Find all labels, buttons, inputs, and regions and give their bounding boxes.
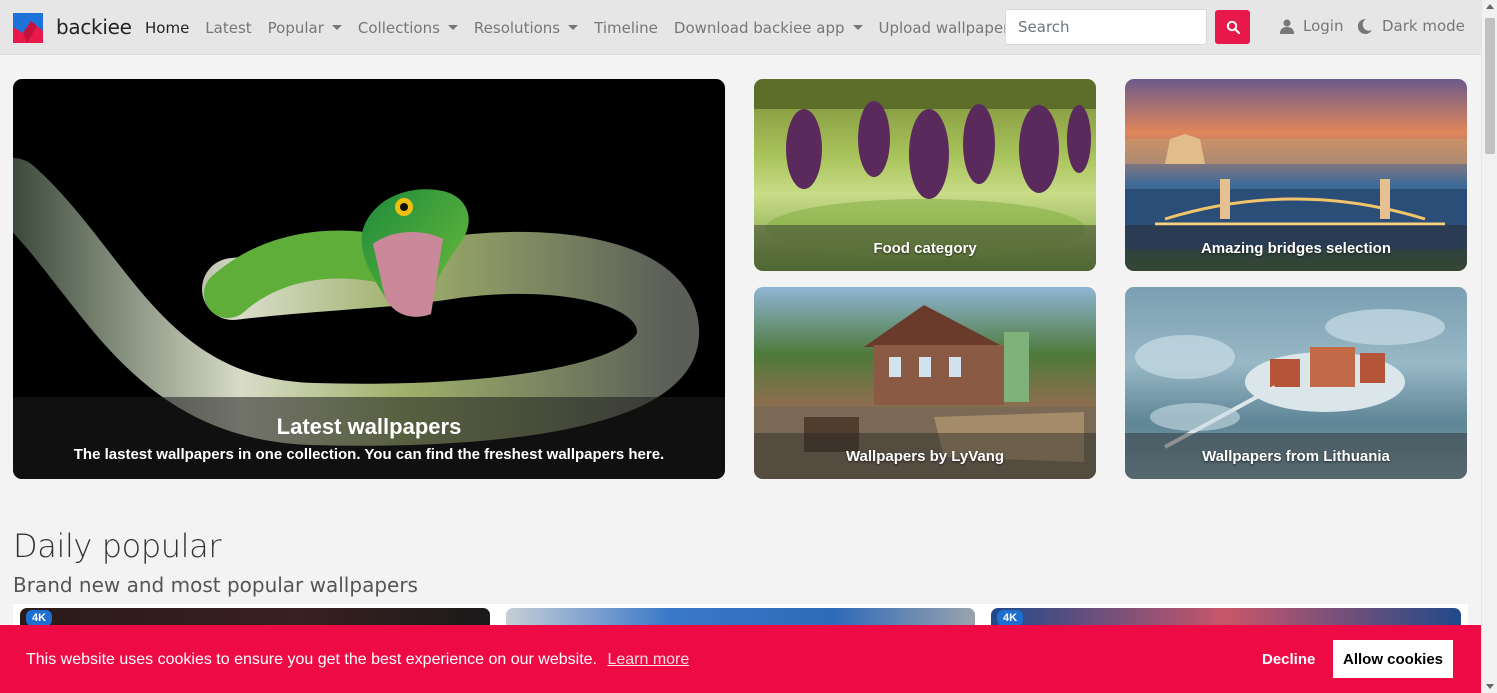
resolution-badge: 4K	[26, 610, 53, 626]
nav-latest[interactable]: Latest	[205, 19, 251, 37]
page-scrollbar[interactable]	[1481, 0, 1497, 693]
login-link[interactable]: Login	[1280, 17, 1343, 35]
main-nav: Home Latest Popular Collections Resoluti…	[145, 0, 1025, 55]
tile-caption: Wallpapers from Lithuania	[1125, 433, 1467, 479]
user-icon	[1280, 19, 1294, 34]
dark-mode-toggle[interactable]: Dark mode	[1358, 17, 1465, 35]
nav-upload-wallpaper[interactable]: Upload wallpaper	[879, 19, 1010, 37]
tile-caption: Wallpapers by LyVang	[754, 433, 1096, 479]
hero-title: Latest wallpapers	[276, 413, 462, 439]
learn-more-link[interactable]: Learn more	[607, 651, 689, 668]
wallpapers-from-lithuania-tile[interactable]: Wallpapers from Lithuania	[1125, 287, 1467, 479]
amazing-bridges-tile[interactable]: Amazing bridges selection	[1125, 79, 1467, 271]
chevron-down-icon	[568, 25, 579, 30]
search-icon	[1226, 20, 1240, 34]
section-subtitle: Brand new and most popular wallpapers	[13, 573, 418, 597]
moon-icon	[1358, 18, 1372, 34]
chevron-down-icon	[331, 25, 342, 30]
hero-caption: Latest wallpapers The lastest wallpapers…	[13, 397, 725, 479]
cookie-message: This website uses cookies to ensure you …	[26, 651, 690, 668]
search-button[interactable]	[1215, 10, 1250, 44]
cookie-banner: This website uses cookies to ensure you …	[0, 625, 1481, 693]
allow-cookies-button[interactable]: Allow cookies	[1333, 640, 1453, 678]
scroll-thumb[interactable]	[1485, 18, 1495, 154]
nav-collections[interactable]: Collections	[358, 19, 458, 37]
brand-name[interactable]: backiee	[56, 15, 132, 39]
nav-home[interactable]: Home	[145, 19, 189, 37]
decline-button[interactable]: Decline	[1262, 651, 1315, 668]
hero-description: The lastest wallpapers in one collection…	[73, 445, 665, 463]
tile-caption: Amazing bridges selection	[1125, 225, 1467, 271]
chevron-down-icon	[447, 25, 458, 30]
backiee-logo-icon[interactable]	[13, 13, 43, 43]
scroll-up-arrow-icon[interactable]	[1486, 4, 1494, 9]
nav-timeline[interactable]: Timeline	[594, 19, 658, 37]
resolution-badge: 4K	[997, 610, 1024, 626]
search-input[interactable]	[1005, 9, 1207, 45]
nav-popular[interactable]: Popular	[268, 19, 342, 37]
wallpapers-by-lyvang-tile[interactable]: Wallpapers by LyVang	[754, 287, 1096, 479]
food-category-tile[interactable]: Food category	[754, 79, 1096, 271]
section-title: Daily popular	[13, 527, 222, 565]
navbar: backiee Home Latest Popular Collections …	[0, 0, 1481, 55]
latest-wallpapers-tile[interactable]: Latest wallpapers The lastest wallpapers…	[13, 79, 725, 479]
scroll-down-arrow-icon[interactable]	[1486, 684, 1494, 689]
nav-download-app[interactable]: Download backiee app	[674, 19, 863, 37]
nav-resolutions[interactable]: Resolutions	[474, 19, 579, 37]
tile-caption: Food category	[754, 225, 1096, 271]
chevron-down-icon	[852, 25, 863, 30]
